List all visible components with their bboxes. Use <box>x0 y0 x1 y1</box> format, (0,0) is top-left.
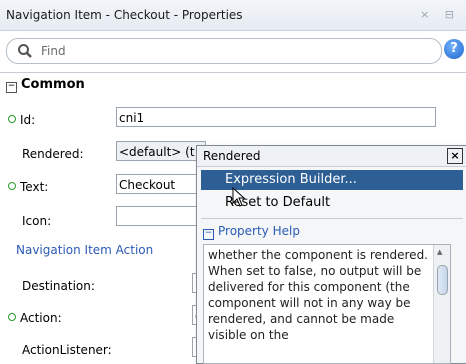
popup-title: Rendered <box>203 149 261 163</box>
menu-item-label: Expression Builder... <box>225 172 357 187</box>
required-icon <box>8 115 16 123</box>
section-label: Common <box>21 77 85 92</box>
required-icon <box>8 182 16 190</box>
rendered-combo[interactable]: <default> (t <box>116 141 206 161</box>
id-label: Id: <box>20 113 36 127</box>
text-field[interactable]: Checkout <box>116 174 206 194</box>
divider <box>0 72 466 73</box>
popup-header: Rendered × <box>197 146 466 167</box>
window-title: Navigation Item - Checkout - Properties <box>6 8 243 22</box>
mouse-cursor-icon <box>232 187 246 207</box>
search-icon <box>18 44 32 58</box>
action-label: Action: <box>20 311 62 325</box>
search-input[interactable]: Find <box>6 38 442 64</box>
rendered-popup-menu: Rendered × Expression Builder... Reset t… <box>196 145 466 364</box>
group-navigation-action: Navigation Item Action <box>16 243 154 257</box>
action-label-row: Action: <box>8 311 62 325</box>
scrollbar-thumb[interactable] <box>437 265 448 295</box>
destination-label: Destination: <box>22 279 95 293</box>
search-placeholder: Find <box>41 44 66 58</box>
help-icon[interactable]: ? <box>444 39 464 59</box>
icon-label: Icon: <box>22 214 52 228</box>
property-help-text: whether the component is rendered. When … <box>208 248 428 342</box>
window-controls[interactable]: × ⊟ <box>420 8 460 21</box>
collapse-icon[interactable]: − <box>6 82 17 93</box>
property-help-header[interactable]: − Property Help <box>203 224 300 240</box>
section-common-header[interactable]: − Common <box>6 77 85 93</box>
text-label: Text: <box>20 180 49 194</box>
scrollbar[interactable]: ▲ <box>433 245 450 363</box>
id-label-row: Id: <box>8 113 35 127</box>
scroll-up-icon[interactable]: ▲ <box>437 248 442 256</box>
divider <box>201 218 463 219</box>
property-help-text-area: whether the component is rendered. When … <box>203 244 451 364</box>
window-titlebar: Navigation Item - Checkout - Properties … <box>0 0 466 31</box>
id-field[interactable]: cni1 <box>116 107 436 127</box>
actionlistener-label: ActionListener: <box>22 343 112 357</box>
collapse-icon[interactable]: − <box>203 229 214 240</box>
text-label-row: Text: <box>8 180 48 194</box>
property-help-label: Property Help <box>218 224 300 238</box>
rendered-label: Rendered: <box>22 147 84 161</box>
close-icon[interactable]: × <box>447 148 463 164</box>
required-icon <box>8 313 16 321</box>
icon-field[interactable] <box>116 206 206 226</box>
